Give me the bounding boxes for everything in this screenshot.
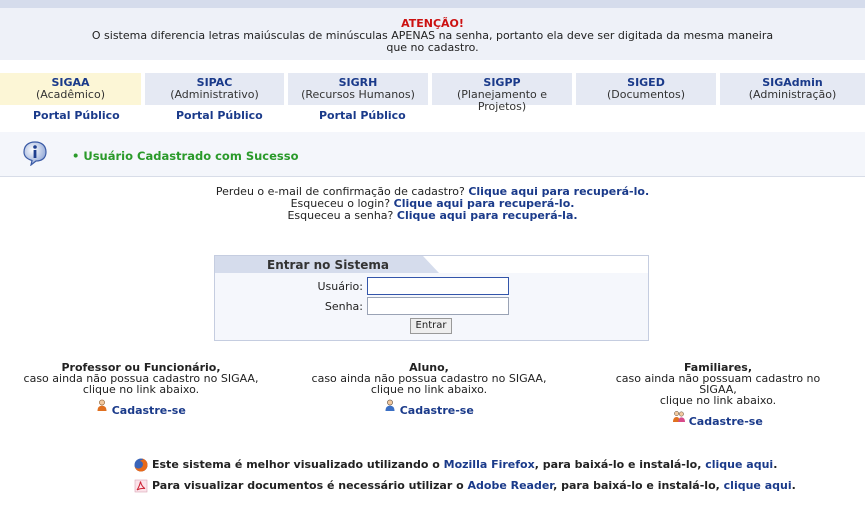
- portal-publico-link-sigaa[interactable]: Portal Público: [33, 109, 120, 122]
- reader-text-2: , para baixá-lo e instalá-lo,: [553, 479, 720, 492]
- password-label: Senha:: [324, 300, 363, 313]
- firefox-download-link[interactable]: clique aqui: [705, 458, 773, 471]
- adobe-reader-link[interactable]: Adobe Reader: [468, 479, 554, 492]
- reader-download-link[interactable]: clique aqui: [724, 479, 792, 492]
- status-message-bar: • Usuário Cadastrado com Sucesso: [0, 132, 865, 177]
- system-tab-sigaa[interactable]: SIGAA (Acadêmico): [0, 73, 141, 105]
- register-staff-link[interactable]: Cadastre-se: [112, 405, 186, 416]
- success-message-text: Usuário Cadastrado com Sucesso: [83, 149, 299, 163]
- system-desc: (Administrativo): [170, 88, 259, 101]
- recover-pass-link[interactable]: Clique aqui para recuperá-la.: [397, 209, 578, 222]
- staff-person-icon: [97, 399, 107, 411]
- system-tab-sigrh[interactable]: SIGRH (Recursos Humanos): [288, 73, 428, 105]
- system-tab-sigadmin[interactable]: SIGAdmin (Administração): [720, 73, 865, 105]
- register-student-line2: clique no link abaixo.: [370, 383, 488, 396]
- system-tab-siged[interactable]: SIGED (Documentos): [576, 73, 716, 105]
- recovery-links: Perdeu o e-mail de confirmação de cadast…: [0, 186, 865, 222]
- system-desc: (Documentos): [606, 88, 686, 101]
- recover-pass-row: Esqueceu a senha? Clique aqui para recup…: [0, 210, 865, 222]
- adobe-reader-icon: [134, 479, 148, 493]
- warning-line-2: que no cadastro.: [386, 41, 479, 54]
- login-button[interactable]: Entrar: [410, 318, 452, 334]
- adobe-reader-notice: Para visualizar documentos é necessário …: [134, 479, 796, 493]
- firefox-text-end: .: [773, 458, 778, 471]
- firefox-notice: Este sistema é melhor visualizado utiliz…: [134, 458, 777, 472]
- reader-text-end: .: [791, 479, 796, 492]
- register-family: Familiares, caso ainda não possuam cadas…: [598, 362, 838, 427]
- system-desc: (Planejamento e Projetos): [456, 88, 548, 113]
- register-student-link[interactable]: Cadastre-se: [400, 405, 474, 416]
- register-family-line2: clique no link abaixo.: [659, 394, 777, 407]
- firefox-icon: [134, 458, 148, 472]
- recover-pass-text: Esqueceu a senha?: [287, 209, 394, 222]
- warning-banner: ATENÇÃO! O sistema diferencia letras mai…: [0, 8, 865, 60]
- password-input[interactable]: [367, 297, 509, 315]
- register-staff-line2: clique no link abaixo.: [82, 383, 200, 396]
- system-tab-sipac[interactable]: SIPAC (Administrativo): [145, 73, 284, 105]
- firefox-text-2: , para baixá-lo e instalá-lo,: [534, 458, 702, 471]
- username-input[interactable]: [367, 277, 509, 295]
- student-person-icon: [385, 399, 395, 411]
- success-message: • Usuário Cadastrado com Sucesso: [72, 149, 299, 163]
- register-family-link[interactable]: Cadastre-se: [689, 416, 763, 427]
- system-desc: (Recursos Humanos): [301, 88, 415, 101]
- reader-text: Para visualizar documentos é necessário …: [152, 479, 464, 492]
- login-box: Entrar no Sistema Usuário: Senha: Entrar: [214, 255, 649, 341]
- username-label: Usuário:: [317, 280, 363, 293]
- login-title: Entrar no Sistema: [267, 258, 389, 272]
- register-student: Aluno, caso ainda não possua cadastro no…: [309, 362, 549, 416]
- register-staff: Professor ou Funcionário, caso ainda não…: [21, 362, 261, 416]
- info-icon: [23, 141, 47, 166]
- systems-menu: SIGAA (Acadêmico) SIPAC (Administrativo)…: [0, 73, 865, 113]
- system-tab-sigpp[interactable]: SIGPP (Planejamento e Projetos): [432, 73, 572, 113]
- firefox-text: Este sistema é melhor visualizado utiliz…: [152, 458, 440, 471]
- system-desc: (Administração): [748, 88, 837, 101]
- system-desc: (Acadêmico): [35, 88, 105, 101]
- login-header: Entrar no Sistema: [215, 256, 648, 273]
- family-people-icon: [673, 411, 686, 422]
- register-family-line1: caso ainda não possuam cadastro no SIGAA…: [615, 372, 821, 396]
- firefox-link[interactable]: Mozilla Firefox: [444, 458, 535, 471]
- top-bar: [0, 0, 865, 8]
- portal-publico-link-sigrh[interactable]: Portal Público: [319, 109, 406, 122]
- portal-publico-link-sipac[interactable]: Portal Público: [176, 109, 263, 122]
